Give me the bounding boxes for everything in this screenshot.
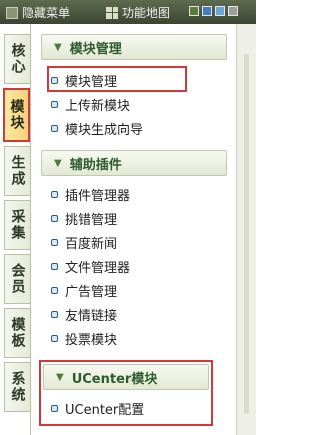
theme-swatch-lightblue[interactable] (215, 6, 225, 16)
section-header-module-management[interactable]: ▼ 模块管理 (41, 34, 227, 60)
bullet-icon (51, 76, 58, 84)
menu-item-baidu-news[interactable]: 百度新闻 (51, 232, 117, 252)
tab-member[interactable]: 会员 (4, 254, 30, 304)
tab-label: 核心 (9, 43, 26, 75)
menu-item-label: 百度新闻 (65, 236, 118, 252)
menu-item-file-manager[interactable]: 文件管理器 (51, 256, 130, 276)
menu-item-upload-module[interactable]: 上传新模块 (51, 94, 130, 114)
chevron-down-icon: ▼ (54, 41, 62, 53)
menu-item-label: 插件管理器 (65, 188, 131, 204)
menu-item-label: 模块生成向导 (65, 122, 144, 138)
bullet-icon (51, 214, 58, 222)
tab-core[interactable]: 核心 (4, 34, 30, 84)
bullet-icon (51, 286, 58, 294)
function-map-button[interactable]: 功能地图 (106, 4, 170, 21)
menu-item-label: 投票模块 (65, 332, 118, 348)
bullet-icon (51, 262, 58, 270)
scrollbar-track[interactable] (244, 54, 249, 414)
hide-menu-label: 隐藏菜单 (22, 6, 71, 20)
theme-swatch-gray[interactable] (228, 6, 238, 16)
tab-label: 系统 (9, 371, 26, 403)
function-map-label: 功能地图 (122, 6, 171, 20)
hide-menu-button[interactable]: 隐藏菜单 (6, 4, 70, 21)
section-title: UCenter模块 (71, 371, 158, 387)
tab-system[interactable]: 系统 (4, 362, 30, 412)
scrollbar[interactable] (236, 24, 256, 435)
bullet-icon (51, 334, 58, 342)
chevron-down-icon: ▼ (54, 157, 62, 169)
bullet-icon (51, 238, 58, 246)
section-title: 辅助插件 (69, 157, 122, 173)
section-header-plugins[interactable]: ▼ 辅助插件 (41, 150, 227, 176)
tab-module[interactable]: 模块 (3, 88, 30, 142)
menu-item-label: UCenter配置 (65, 402, 145, 418)
menu-item-module-management[interactable]: 模块管理 (51, 70, 117, 90)
menu-item-friend-links[interactable]: 友情链接 (51, 304, 117, 324)
tab-collect[interactable]: 采集 (4, 200, 30, 250)
menu-panel: ▼ 模块管理 模块管理 上传新模块 模块生成向导 ▼ 辅助插件 插件管理器 挑错… (30, 24, 236, 435)
tab-label: 模块 (8, 99, 25, 131)
theme-swatch-green[interactable] (189, 6, 199, 16)
top-toolbar: 隐藏菜单 功能地图 (0, 0, 256, 24)
bullet-icon (51, 310, 58, 318)
menu-item-label: 文件管理器 (65, 260, 131, 276)
bullet-icon (51, 100, 58, 108)
menu-item-error-report[interactable]: 挑错管理 (51, 208, 117, 228)
tab-label: 采集 (9, 209, 26, 241)
vertical-tab-bar: 核心 模块 生成 采集 会员 模板 系统 (0, 24, 30, 435)
menu-item-module-wizard[interactable]: 模块生成向导 (51, 118, 143, 138)
menu-item-label: 广告管理 (65, 284, 118, 300)
tab-label: 模板 (9, 317, 26, 349)
bullet-icon (51, 124, 58, 132)
menu-item-label: 上传新模块 (65, 98, 131, 114)
menu-item-label: 挑错管理 (65, 212, 118, 228)
menu-item-plugin-manager[interactable]: 插件管理器 (51, 184, 130, 204)
hide-menu-icon (6, 6, 18, 19)
menu-item-ucenter-config[interactable]: UCenter配置 (51, 398, 144, 418)
menu-item-ad-management[interactable]: 广告管理 (51, 280, 117, 300)
menu-item-vote-module[interactable]: 投票模块 (51, 328, 117, 348)
tab-label: 生成 (9, 155, 26, 187)
bullet-icon (51, 404, 58, 412)
tab-label: 会员 (9, 263, 26, 295)
menu-item-label: 模块管理 (65, 74, 118, 90)
menu-item-label: 友情链接 (65, 308, 118, 324)
chevron-down-icon: ▼ (56, 371, 64, 383)
theme-swatch-blue[interactable] (202, 6, 212, 16)
grid-icon (106, 6, 118, 19)
section-header-ucenter[interactable]: ▼ UCenter模块 (43, 364, 209, 390)
tab-generate[interactable]: 生成 (4, 146, 30, 196)
tab-template[interactable]: 模板 (4, 308, 30, 358)
bullet-icon (51, 190, 58, 198)
section-title: 模块管理 (69, 41, 122, 57)
